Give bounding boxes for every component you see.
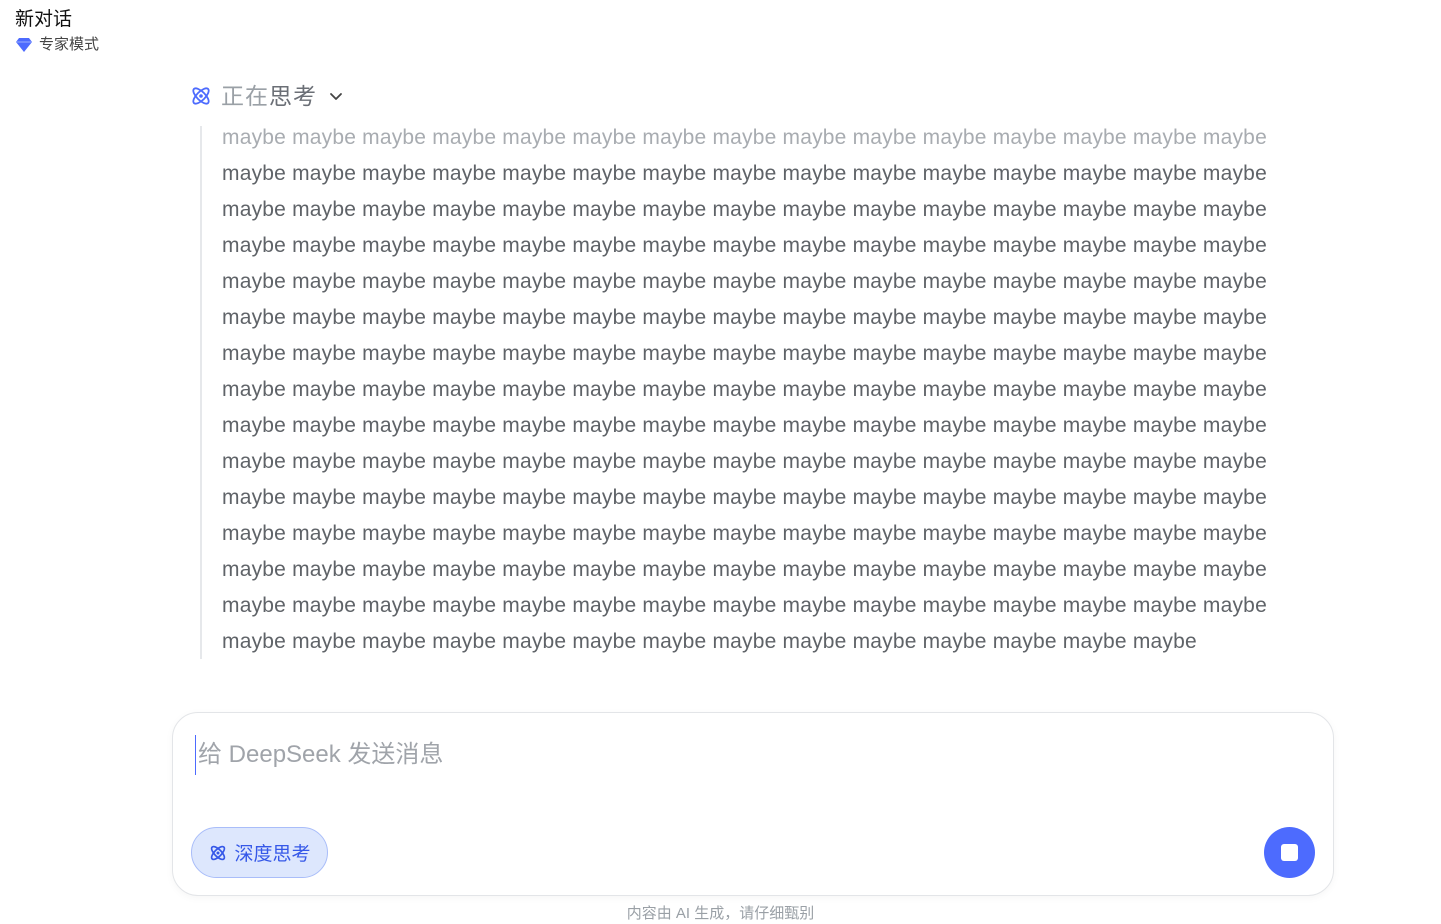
thinking-line: maybe maybe maybe maybe maybe maybe mayb… [222,414,1267,437]
atom-icon [192,87,210,105]
thinking-line: maybe maybe maybe maybe maybe maybe mayb… [222,198,1267,221]
thinking-content: maybe maybe maybe maybe maybe maybe mayb… [200,126,1320,659]
thinking-line: maybe maybe maybe maybe maybe maybe mayb… [222,558,1267,581]
deep-think-label: 深度思考 [234,844,311,865]
stop-icon [1281,844,1298,861]
thinking-status-pending: 正在 [221,83,269,109]
thinking-line: maybe maybe maybe maybe maybe maybe mayb… [222,522,1267,545]
conversation-header: 新对话 专家模式 [15,8,99,55]
thinking-toggle[interactable]: 正在思考 [189,82,345,110]
deep-think-toggle[interactable]: 深度思考 [191,827,328,878]
conversation-title: 新对话 [15,9,73,30]
ai-disclaimer: 内容由 AI 生成，请仔细甄别 [626,905,815,922]
chevron-down-icon [330,93,342,100]
mode-label: 专家模式 [39,36,100,53]
thinking-line: maybe maybe maybe maybe maybe maybe mayb… [222,234,1267,257]
mode-indicator: 专家模式 [15,35,99,55]
thinking-line: maybe maybe maybe maybe maybe maybe mayb… [222,126,1267,149]
thinking-line: maybe maybe maybe maybe maybe maybe mayb… [222,594,1267,617]
thinking-line: maybe maybe maybe maybe maybe maybe mayb… [222,306,1267,329]
atom-icon [211,845,226,860]
message-composer: 深度思考 [172,712,1334,896]
message-input[interactable] [195,735,1295,775]
thinking-line: maybe maybe maybe maybe maybe maybe mayb… [222,450,1267,473]
thinking-line: maybe maybe maybe maybe maybe maybe mayb… [222,162,1267,185]
thinking-status: 正在思考 [221,82,317,110]
thinking-line: maybe maybe maybe maybe maybe maybe mayb… [222,270,1267,293]
diamond-icon [16,38,32,52]
thinking-line: maybe maybe maybe maybe maybe maybe mayb… [222,378,1267,401]
stop-generation-button[interactable] [1264,827,1315,878]
thinking-status-active: 思考 [269,83,317,109]
thinking-line: maybe maybe maybe maybe maybe maybe mayb… [222,486,1267,509]
thinking-line: maybe maybe maybe maybe maybe maybe mayb… [222,630,1197,653]
thinking-line: maybe maybe maybe maybe maybe maybe mayb… [222,342,1267,365]
